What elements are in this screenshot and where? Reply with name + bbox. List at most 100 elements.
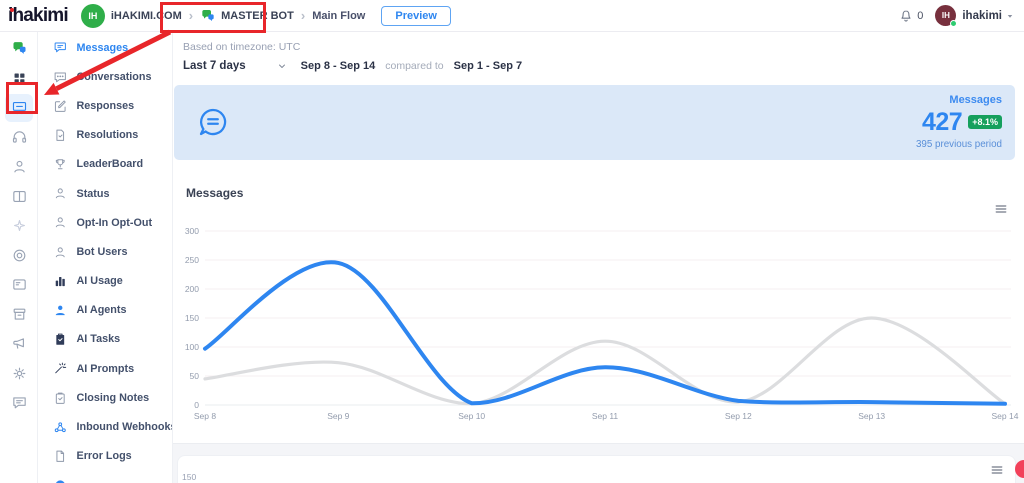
sidebar-item-ai-usage[interactable]: AI Usage: [38, 267, 172, 296]
megaphone-icon: [11, 335, 28, 352]
sidebar-item-label: Responses: [77, 100, 135, 112]
breadcrumb-flow[interactable]: Main Flow: [312, 10, 365, 22]
app-root: ihakimi IH iHAKIMI.COM › MASTER BOT › Ma…: [0, 0, 1024, 483]
preview-button[interactable]: Preview: [381, 6, 451, 26]
svg-text:Sep 11: Sep 11: [592, 411, 619, 421]
sidebar-item-label: Conversations: [77, 71, 152, 83]
sidebar-item-ai-tasks[interactable]: AI Tasks: [38, 325, 172, 354]
sidebar-item-messages[interactable]: Messages: [38, 33, 172, 62]
sidebar-item-label: AI Prompts: [77, 363, 135, 375]
org-avatar[interactable]: IH: [81, 4, 105, 28]
rail-item-ai-sparkle[interactable]: [0, 211, 38, 241]
svg-text:0: 0: [194, 400, 199, 410]
messages-chart: 050100150200250300Sep 8Sep 9Sep 10Sep 11…: [173, 223, 1024, 429]
sidebar-item-label: Error Logs: [77, 450, 132, 462]
chevron-down-icon[interactable]: [276, 60, 288, 72]
chart-menu-icon[interactable]: [989, 462, 1005, 478]
timezone-note: Based on timezone: UTC: [183, 41, 300, 53]
person-icon: [53, 186, 68, 201]
doc-check-icon: [53, 128, 68, 143]
active-highlight: [5, 94, 33, 122]
svg-text:Sep 10: Sep 10: [458, 411, 485, 421]
headset-icon: [11, 129, 28, 146]
comment-icon: [11, 394, 28, 411]
clipboard-filled-icon: [53, 332, 68, 347]
clipboard-icon: [53, 391, 68, 406]
edit-icon: [53, 99, 68, 114]
compared-to-label: compared to: [385, 60, 443, 72]
rail-item-kanban[interactable]: [0, 182, 38, 212]
sidebar-item-label: Opt-In Opt-Out: [77, 217, 153, 229]
svg-text:50: 50: [190, 371, 200, 381]
wand-icon: [53, 361, 68, 376]
svg-text:250: 250: [185, 255, 199, 265]
sidebar-item-label: LeaderBoard: [77, 158, 144, 170]
sidebar-item-label: Closing Notes: [77, 392, 150, 404]
breadcrumb-org[interactable]: iHAKIMI.COM: [111, 10, 182, 22]
rail-item-support-headset[interactable]: [0, 123, 38, 153]
rail-item-app-messenger[interactable]: [0, 34, 38, 64]
rail-item-templates-card[interactable]: [0, 270, 38, 300]
sidebar-item-extra[interactable]: [38, 471, 172, 483]
sidebar-item-ai-prompts[interactable]: AI Prompts: [38, 354, 172, 383]
current-range: Sep 8 - Sep 14: [301, 60, 376, 72]
sidebar-item-conversations[interactable]: Conversations: [38, 62, 172, 91]
sidebar-item-ai-agents[interactable]: AI Agents: [38, 296, 172, 325]
sidebar-item-label: Messages: [77, 42, 129, 54]
sidebar-item-label: AI Agents: [77, 304, 127, 316]
user-name[interactable]: ihakimi: [962, 10, 1002, 22]
person-icon: [53, 215, 68, 230]
gear-icon: [11, 365, 28, 382]
sidebar-item-error-logs[interactable]: Error Logs: [38, 442, 172, 471]
icon-rail: [0, 32, 38, 483]
sidebar-item-opt-in-opt-out[interactable]: Opt-In Opt-Out: [38, 208, 172, 237]
sidebar-item-label: Resolutions: [77, 129, 139, 141]
sidebar-item-label: AI Usage: [77, 275, 123, 287]
svg-text:Sep 8: Sep 8: [194, 411, 216, 421]
columns-icon: [11, 188, 28, 205]
sidebar-item-label: Inbound Webhooks: [77, 421, 174, 433]
breadcrumb-separator: ›: [189, 8, 193, 23]
breadcrumb-separator: ›: [301, 8, 305, 23]
target-icon: [11, 247, 28, 264]
app-logo: ihakimi: [8, 5, 68, 27]
svg-text:200: 200: [185, 284, 199, 294]
notifications-bell-icon[interactable]: [898, 8, 914, 24]
svg-text:150: 150: [185, 313, 199, 323]
rail-item-broadcast-megaphone[interactable]: [0, 329, 38, 359]
rail-item-settings-gear[interactable]: [0, 359, 38, 389]
sidebar-item-label: AI Tasks: [77, 333, 121, 345]
grid-icon: [11, 70, 28, 87]
rail-item-comments[interactable]: [0, 388, 38, 418]
sidebar-item-bot-users[interactable]: Bot Users: [38, 237, 172, 266]
range-preset-select[interactable]: Last 7 days: [183, 60, 246, 72]
user-avatar[interactable]: IH: [935, 5, 956, 26]
user-menu-caret-icon[interactable]: [1004, 10, 1016, 22]
stat-previous-period: 395 previous period: [916, 139, 1002, 150]
chart-menu-icon[interactable]: [993, 201, 1009, 217]
doc-icon: [53, 449, 68, 464]
rail-item-apps-grid[interactable]: [0, 64, 38, 94]
logo-red-dot: [10, 8, 14, 12]
person-icon: [53, 245, 68, 260]
sidebar-item-label: Status: [77, 188, 110, 200]
top-header: ihakimi IH iHAKIMI.COM › MASTER BOT › Ma…: [0, 0, 1024, 32]
rail-item-archive-box[interactable]: [0, 300, 38, 330]
notifications-count: 0: [917, 10, 923, 22]
sidebar-item-status[interactable]: Status: [38, 179, 172, 208]
rail-item-contacts[interactable]: [0, 152, 38, 182]
rail-item-target[interactable]: [0, 241, 38, 271]
messages-stat-card: Messages 427+8.1% 395 previous period: [174, 85, 1015, 160]
sidebar-item-closing-notes[interactable]: Closing Notes: [38, 383, 172, 412]
breadcrumb-bot[interactable]: MASTER BOT: [221, 10, 294, 22]
webhook-icon: [53, 420, 68, 435]
sidebar-item-inbound-webhooks[interactable]: Inbound Webhooks: [38, 412, 172, 441]
chart-title: Messages: [186, 186, 243, 200]
chat-bubble-icon: [195, 104, 231, 140]
rail-item-dashboard-board[interactable]: [0, 93, 38, 123]
chat-dots-icon: [53, 70, 68, 85]
sidebar-item-responses[interactable]: Responses: [38, 91, 172, 120]
sidebar-item-resolutions[interactable]: Resolutions: [38, 121, 172, 150]
svg-text:Sep 13: Sep 13: [858, 411, 885, 421]
sidebar-item-leaderboard[interactable]: LeaderBoard: [38, 150, 172, 179]
